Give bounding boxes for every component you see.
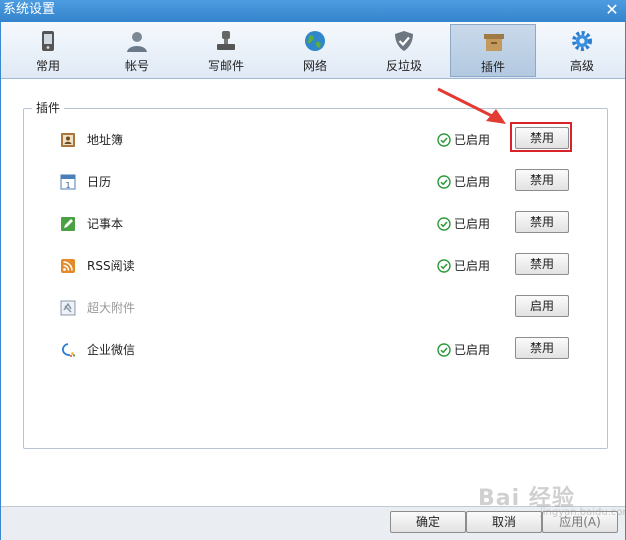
stamp-icon [217, 31, 235, 50]
disable-button[interactable]: 禁用 [515, 211, 569, 233]
status-text: 已启用 [454, 133, 491, 147]
plugin-name: 记事本 [87, 217, 124, 231]
tab-label: 写邮件 [207, 59, 244, 73]
arrow-annotation-icon [437, 87, 506, 124]
phone-icon [42, 31, 54, 51]
plugins-panel: 插件 地址簿 已启用 禁用 1 日历 已启用 禁用 记事本 已启用 禁用 RSS… [1, 79, 625, 506]
tab-label: 帐号 [124, 59, 149, 73]
wechat-work-icon [62, 343, 76, 357]
address-book-icon [61, 133, 75, 147]
plugin-name: 日历 [87, 175, 112, 189]
plugin-row-wechat-work: 企业微信 已启用 禁用 [24, 335, 607, 365]
tab-label: 常用 [35, 59, 60, 73]
watermark-url: jingyan.baidu.com [540, 507, 626, 518]
highlight-box [510, 122, 572, 152]
plugin-name: 地址簿 [87, 133, 124, 147]
plugin-row-rss: RSS阅读 已启用 禁用 [24, 251, 607, 281]
status-text: 已启用 [454, 343, 491, 357]
tab-label: 网络 [302, 59, 327, 73]
check-circle-icon [437, 217, 451, 231]
plugin-row-calendar: 1 日历 已启用 禁用 [24, 167, 607, 197]
shield-icon [395, 31, 413, 51]
status-text: 已启用 [454, 259, 491, 273]
check-circle-icon [437, 259, 451, 273]
group-title: 插件 [32, 101, 65, 115]
plugin-name: 企业微信 [87, 343, 136, 357]
plugin-row-notepad: 记事本 已启用 禁用 [24, 209, 607, 239]
tab-compose[interactable]: 写邮件 [183, 24, 269, 77]
tab-plugins[interactable]: 插件 [450, 24, 536, 77]
status-text: 已启用 [454, 175, 491, 189]
plugin-row-large-attachment: 超大附件 启用 [24, 293, 607, 323]
user-icon [127, 32, 147, 52]
tab-antispam[interactable]: 反垃圾 [361, 24, 447, 77]
globe-icon [305, 31, 325, 51]
window-title: 系统设置 [3, 2, 56, 17]
tab-network[interactable]: 网络 [272, 24, 358, 77]
tab-label: 插件 [480, 60, 505, 74]
notepad-icon [61, 217, 75, 231]
disable-button[interactable]: 禁用 [515, 169, 569, 191]
settings-toolbar: 常用 帐号 写邮件 网络 反垃圾 插件 高级 [1, 22, 625, 79]
cancel-button[interactable]: 取消 [466, 511, 542, 533]
tab-common[interactable]: 常用 [5, 24, 91, 77]
gear-icon [572, 31, 592, 51]
enable-button[interactable]: 启用 [515, 295, 569, 317]
check-circle-icon [437, 343, 451, 357]
calendar-icon: 1 [60, 174, 76, 190]
svg-text:1: 1 [65, 181, 70, 190]
ok-button[interactable]: 确定 [390, 511, 466, 533]
close-icon[interactable]: ✕ [604, 1, 620, 19]
check-circle-icon [437, 175, 451, 189]
plugins-groupbox: 插件 地址簿 已启用 禁用 1 日历 已启用 禁用 记事本 已启用 禁用 RSS… [23, 101, 608, 449]
check-circle-icon [437, 133, 451, 147]
disable-button[interactable]: 禁用 [515, 253, 569, 275]
rss-icon [61, 259, 75, 273]
status-text: 已启用 [454, 217, 491, 231]
tab-account[interactable]: 帐号 [94, 24, 180, 77]
box-icon [484, 34, 504, 51]
tab-advanced[interactable]: 高级 [539, 24, 625, 77]
settings-window: 系统设置 ✕ 常用 帐号 写邮件 网络 反垃圾 插件 高级 插件 地址簿 已启用… [0, 0, 626, 540]
attachment-icon [60, 300, 76, 316]
plugin-name: RSS阅读 [87, 259, 135, 273]
tab-label: 高级 [569, 59, 594, 73]
title-bar: 系统设置 ✕ [0, 0, 626, 22]
disable-button[interactable]: 禁用 [515, 337, 569, 359]
tab-label: 反垃圾 [385, 59, 422, 73]
plugin-name: 超大附件 [87, 301, 136, 315]
plugin-row-address-book: 地址簿 已启用 禁用 [24, 122, 607, 155]
